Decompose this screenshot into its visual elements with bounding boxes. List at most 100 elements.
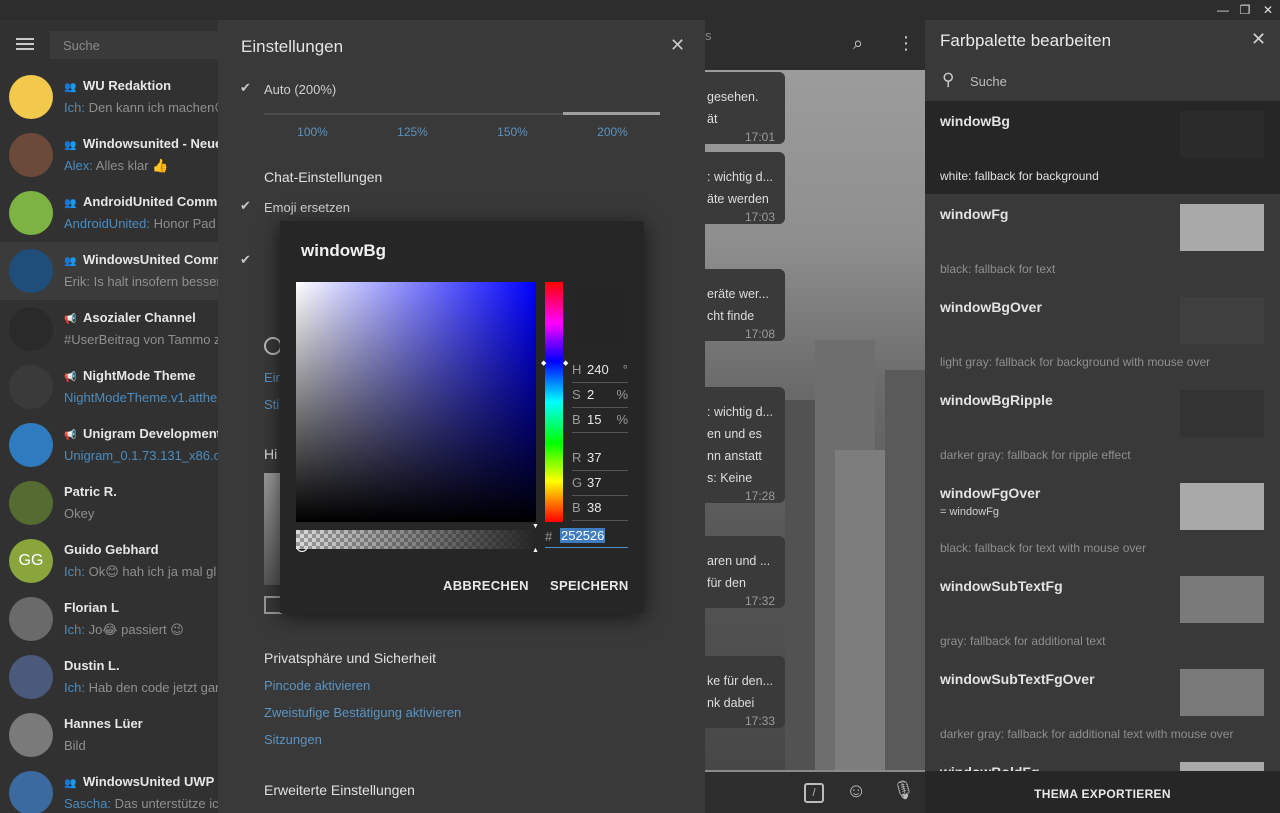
palette-item[interactable]: windowBgOver light gray: fallback for bac… bbox=[925, 287, 1280, 380]
message-bubble[interactable]: aren und ... für den 17:32 bbox=[705, 536, 785, 608]
chat-list-item[interactable]: 👥 Windowsunited - Neue Alex: Alles klar 👍 bbox=[0, 126, 218, 184]
color-preview bbox=[571, 282, 628, 347]
color-swatch[interactable] bbox=[1180, 297, 1264, 344]
hue-value[interactable]: 240 bbox=[587, 362, 609, 377]
search-input[interactable]: Suche bbox=[50, 31, 218, 59]
color-swatch[interactable] bbox=[1180, 390, 1264, 437]
scale-option-150[interactable]: 150% bbox=[463, 125, 562, 139]
blue-value[interactable]: 38 bbox=[587, 500, 601, 515]
scale-slider-active[interactable] bbox=[563, 112, 660, 115]
message-text: ke für den... bbox=[707, 674, 774, 688]
maximize-button[interactable]: ❐ bbox=[1237, 2, 1253, 18]
settings-link-fragment[interactable]: Sti bbox=[264, 397, 279, 412]
message-bubble[interactable]: eräte wer... cht finde 17:08 bbox=[705, 269, 785, 341]
microphone-icon[interactable]: 🎙 bbox=[892, 780, 915, 801]
sessions-link[interactable]: Sitzungen bbox=[264, 732, 322, 747]
hamburger-menu-icon[interactable] bbox=[16, 38, 34, 50]
preview-text: Bild bbox=[64, 738, 86, 753]
alpha-slider-handle[interactable]: ▲ bbox=[532, 547, 539, 554]
green-field[interactable]: G 37 bbox=[572, 471, 628, 496]
window-titlebar: — ❐ ✕ bbox=[0, 0, 1280, 20]
chat-list-item[interactable]: 📢 Unigram Development Unigram_0.1.73.131_x… bbox=[0, 416, 218, 474]
chat-list-item[interactable]: 👥 WindowsUnited UWP B Sascha: Das unterstü… bbox=[0, 764, 218, 813]
blue-field[interactable]: B 38 bbox=[572, 496, 628, 521]
hue-slider[interactable] bbox=[545, 282, 563, 522]
palette-search[interactable]: ⚲ Suche bbox=[925, 61, 1280, 101]
auto-scale-checkbox[interactable]: ✔ Auto (200%) bbox=[240, 80, 336, 97]
color-swatch[interactable] bbox=[1180, 576, 1264, 623]
export-theme-button[interactable]: THEMA EXPORTIEREN bbox=[925, 771, 1280, 813]
hue-slider-handle[interactable]: ◆ bbox=[541, 359, 546, 367]
hex-value[interactable]: 252526 bbox=[560, 528, 606, 543]
palette-item[interactable]: windowSubTextFg gray: fallback for additi… bbox=[925, 566, 1280, 659]
close-window-button[interactable]: ✕ bbox=[1260, 2, 1276, 18]
chat-list-item[interactable]: 📢 Asozialer Channel #UserBeitrag von Tammo… bbox=[0, 300, 218, 358]
palette-item[interactable]: windowBgRipple darker gray: fallback for … bbox=[925, 380, 1280, 473]
scale-option-100[interactable]: 100% bbox=[263, 125, 362, 139]
palette-item[interactable]: windowFg black: fallback for text bbox=[925, 194, 1280, 287]
color-swatch[interactable] bbox=[1180, 204, 1264, 251]
chat-list-item[interactable]: Patric R. Okey bbox=[0, 474, 218, 532]
chat-name-text: Unigram Development bbox=[83, 426, 218, 441]
preview-sender: Ich: bbox=[64, 100, 85, 115]
message-bubble[interactable]: gesehen. ät 17:01 bbox=[705, 72, 785, 144]
hue-field[interactable]: H 240 ° bbox=[572, 358, 628, 383]
alpha-slider[interactable] bbox=[296, 530, 536, 549]
chat-list-item[interactable]: GG Guido Gebhard Ich: Ok😊 hah ich ja mal g… bbox=[0, 532, 218, 590]
chat-list-item[interactable]: Dustin L. Ich: Hab den code jetzt gar bbox=[0, 648, 218, 706]
close-icon[interactable]: ✕ bbox=[670, 35, 685, 56]
close-icon[interactable]: ✕ bbox=[1251, 29, 1266, 50]
emoji-replace-checkbox[interactable]: ✔ Emoji ersetzen bbox=[240, 198, 350, 215]
commands-icon[interactable]: / bbox=[804, 783, 824, 803]
palette-item[interactable]: windowFgOver = windowFg black: fallback fo… bbox=[925, 473, 1280, 566]
message-bubble[interactable]: : wichtig d... äte werden 17:03 bbox=[705, 152, 785, 224]
hue-slider-handle[interactable]: ◆ bbox=[563, 359, 568, 367]
chat-title-fragment: s bbox=[705, 28, 712, 43]
chat-list-item[interactable]: 👥 WU Redaktion Ich: Den kann ich machen😉 bbox=[0, 68, 218, 126]
chat-list-item[interactable]: 📢 NightMode Theme NightModeTheme.v1.atther bbox=[0, 358, 218, 416]
search-icon[interactable]: ⌕ bbox=[853, 33, 863, 54]
cancel-button[interactable]: ABBRECHEN bbox=[443, 578, 529, 593]
chat-name: Florian L bbox=[64, 600, 119, 615]
avatar bbox=[9, 713, 53, 757]
minimize-button[interactable]: — bbox=[1215, 2, 1231, 18]
group-icon: 👥 bbox=[64, 778, 77, 789]
red-field[interactable]: R 37 bbox=[572, 446, 628, 471]
emoji-icon[interactable]: ☺ bbox=[846, 780, 866, 803]
message-bubble[interactable]: : wichtig d... en und es nn anstatt s: Kein… bbox=[705, 387, 785, 503]
saturation-brightness-field[interactable] bbox=[296, 282, 536, 552]
brightness-value[interactable]: 15 bbox=[587, 412, 601, 427]
pincode-link[interactable]: Pincode aktivieren bbox=[264, 678, 370, 693]
scale-option-200[interactable]: 200% bbox=[563, 125, 662, 139]
brightness-field[interactable]: B 15% bbox=[572, 408, 628, 433]
message-bubble[interactable]: ke für den... nk dabei 17:33 bbox=[705, 656, 785, 728]
color-swatch[interactable] bbox=[1180, 483, 1264, 530]
palette-item[interactable]: windowSubTextFgOver darker gray: fallback… bbox=[925, 659, 1280, 752]
palette-title: Farbpalette bearbeiten bbox=[940, 31, 1112, 50]
color-swatch[interactable] bbox=[1180, 111, 1264, 158]
chat-list-item[interactable]: Florian L Ich: Jo😂 passiert 😉 bbox=[0, 590, 218, 648]
saturation-field[interactable]: S 2% bbox=[572, 383, 628, 408]
chat-name: 👥 WU Redaktion bbox=[64, 78, 171, 93]
green-value[interactable]: 37 bbox=[587, 475, 601, 490]
preview-text: Hab den code jetzt gar bbox=[84, 680, 218, 695]
red-value[interactable]: 37 bbox=[587, 450, 601, 465]
settings-title: Einstellungen bbox=[241, 37, 344, 56]
message-text: gesehen. bbox=[707, 90, 759, 104]
two-step-link[interactable]: Zweistufige Bestätigung aktivieren bbox=[264, 705, 461, 720]
scale-option-125[interactable]: 125% bbox=[363, 125, 462, 139]
more-options-icon[interactable]: ⋮ bbox=[897, 33, 915, 54]
chat-preview: Ich: Hab den code jetzt gar bbox=[64, 680, 218, 695]
color-swatch[interactable] bbox=[1180, 669, 1264, 716]
chat-list-item[interactable]: Hannes Lüer Bild bbox=[0, 706, 218, 764]
chat-list-item[interactable]: 👥 AndroidUnited Commu AndroidUnited: Honor… bbox=[0, 184, 218, 242]
alpha-slider-handle[interactable]: ▼ bbox=[532, 523, 539, 530]
chat-pane: s ⌕ ⋮ gesehen. ät 17:01 : wichtig d... äte w… bbox=[705, 20, 925, 813]
save-button[interactable]: SPEICHERN bbox=[550, 578, 629, 593]
saturation-value[interactable]: 2 bbox=[587, 387, 594, 402]
hex-field[interactable]: #252526 bbox=[545, 526, 628, 548]
chat-name-text: Hannes Lüer bbox=[64, 716, 143, 731]
palette-search-input[interactable]: Suche bbox=[970, 74, 1007, 89]
chat-list-item[interactable]: 👥 WindowsUnited Comm Erik: Is halt insofer… bbox=[0, 242, 218, 300]
palette-item[interactable]: windowBg white: fallback for background bbox=[925, 101, 1280, 194]
